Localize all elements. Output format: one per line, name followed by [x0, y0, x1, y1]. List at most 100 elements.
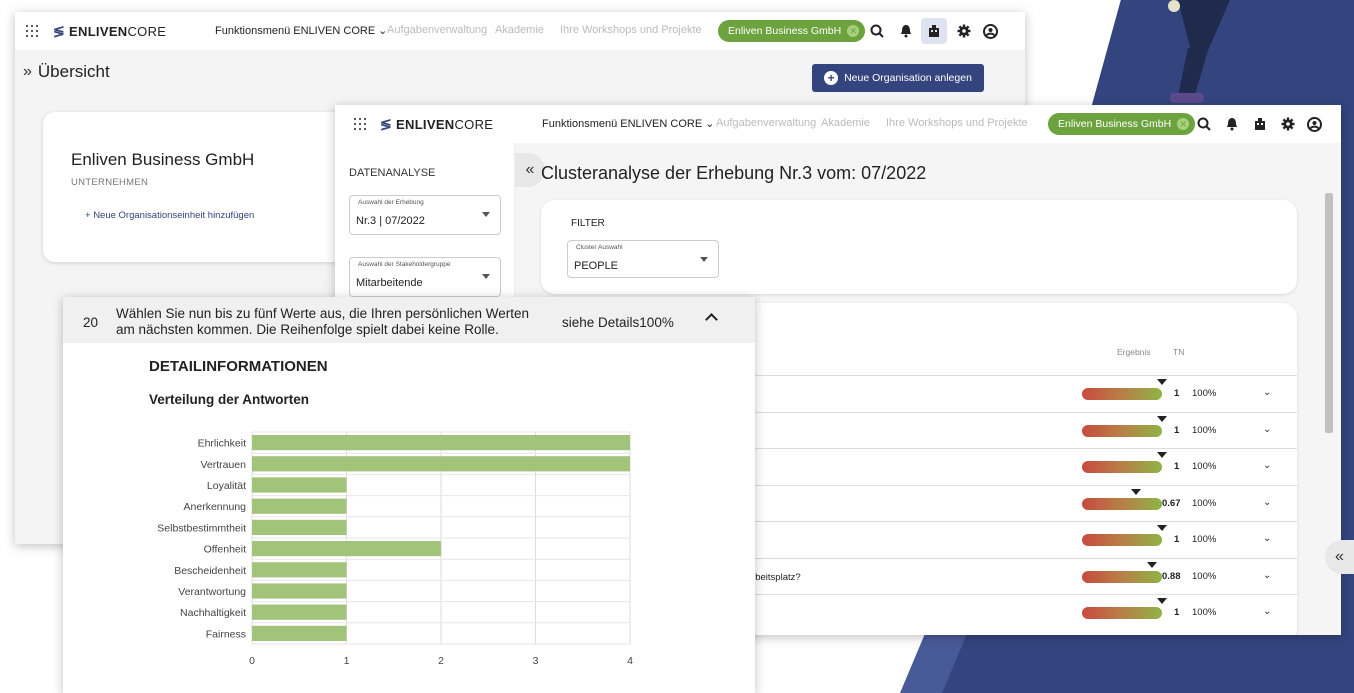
- score-marker-icon: [1147, 561, 1158, 568]
- chevron-down-icon: ⌄: [705, 118, 715, 130]
- x-tick-label: 2: [438, 655, 444, 667]
- chevron-down-icon[interactable]: ⌄: [1263, 387, 1271, 398]
- function-menu[interactable]: Funktionsmenü ENLIVEN CORE ⌄: [215, 24, 387, 38]
- tn-value: 100%: [1192, 570, 1217, 582]
- score-bar: [1082, 461, 1162, 473]
- score-value: 1: [1174, 607, 1180, 618]
- stakeholder-select[interactable]: Auswahl der Stakeholdergruppe Mitarbeite…: [349, 257, 501, 297]
- x-tick-label: 1: [344, 655, 350, 667]
- chevron-up-icon[interactable]: [705, 313, 718, 326]
- nav-workshops[interactable]: Ihre Workshops und Projekte: [886, 117, 1028, 129]
- close-icon[interactable]: ✕: [1177, 118, 1190, 130]
- bar-ehrlichkeit: [252, 435, 630, 451]
- logo-text-light: CORE: [127, 24, 167, 39]
- tn-value: 100%: [1192, 497, 1217, 509]
- y-tick-label: Vertrauen: [200, 459, 246, 471]
- y-tick-label: Nachhaltigkeit: [180, 607, 246, 619]
- score-value: 1: [1174, 461, 1180, 472]
- new-organization-label: Neue Organisation anlegen: [844, 72, 972, 84]
- chevron-down-icon[interactable]: ⌄: [1263, 533, 1271, 544]
- gear-icon[interactable]: [1279, 115, 1297, 133]
- bar-selbstbestimmtheit: [252, 519, 347, 535]
- chevron-down-icon[interactable]: ⌄: [1263, 497, 1271, 508]
- participation-percent: 100%: [639, 315, 674, 330]
- plus-icon: +: [85, 210, 94, 221]
- chevron-down-icon[interactable]: ⌄: [1263, 570, 1271, 581]
- dropdown-caret-icon: [482, 212, 490, 217]
- score-value: 1: [1174, 424, 1180, 436]
- sidebar-heading: DATENANALYSE: [349, 167, 436, 179]
- organization-type: UNTERNEHMEN: [71, 177, 149, 188]
- question-header[interactable]: 20 Wählen Sie nun bis zu fünf Werte aus,…: [63, 297, 755, 343]
- expand-sidebar-icon[interactable]: »: [23, 63, 32, 81]
- score-bar: [1082, 607, 1162, 619]
- survey-select[interactable]: Auswahl der Erhebung Nr.3 | 07/2022: [349, 195, 501, 235]
- tn-value: 100%: [1192, 534, 1217, 545]
- logo-text-bold: ENLIVEN: [69, 24, 128, 39]
- screenshot-collage: ≶ ENLIVEN CORE Funktionsmenü ENLIVEN CORE…: [0, 0, 1354, 693]
- organization-icon[interactable]: [1251, 115, 1269, 133]
- page-title: Clusteranalyse der Erhebung Nr.3 vom: 07…: [541, 163, 927, 183]
- organization-card[interactable]: Enliven Business GmbH UNTERNEHMEN + Neue…: [43, 112, 353, 262]
- nav-tasks[interactable]: Aufgabenverwaltung: [387, 24, 487, 36]
- y-tick-label: Verantwortung: [178, 586, 246, 598]
- nav-academy[interactable]: Akademie: [495, 24, 544, 36]
- question-text: Wählen Sie nun bis zu fünf Werte aus, di…: [116, 306, 529, 337]
- search-icon[interactable]: [1195, 115, 1213, 133]
- account-icon[interactable]: [981, 22, 999, 40]
- new-organization-button[interactable]: + Neue Organisation anlegen: [812, 64, 984, 92]
- scrollbar[interactable]: [1325, 193, 1333, 433]
- organization-icon[interactable]: [921, 18, 947, 44]
- org-chip-label: Enliven Business GmbH: [1058, 118, 1172, 130]
- dropdown-caret-icon: [700, 257, 708, 262]
- filter-card: FILTER Cluster Auswahl PEOPLE: [541, 200, 1297, 294]
- score-marker-icon: [1157, 379, 1167, 385]
- org-chip[interactable]: Enliven Business GmbH ✕: [718, 20, 866, 42]
- account-icon[interactable]: [1305, 115, 1323, 133]
- collapse-panel-icon[interactable]: «: [1325, 540, 1354, 574]
- details-link[interactable]: siehe Details: [562, 315, 639, 330]
- bell-icon[interactable]: [1223, 115, 1241, 133]
- score-marker-icon: [1157, 415, 1167, 422]
- org-chip[interactable]: Enliven Business GmbH ✕: [1048, 113, 1196, 135]
- nav-workshops[interactable]: Ihre Workshops und Projekte: [560, 24, 702, 36]
- apps-grid-icon[interactable]: [25, 24, 39, 38]
- y-tick-label: Offenheit: [204, 544, 247, 556]
- bar-nachhaltigkeit: [252, 604, 347, 620]
- score-bar: [1082, 424, 1162, 437]
- bar-fairness: [252, 625, 347, 641]
- apps-grid-icon[interactable]: [353, 117, 367, 131]
- score-value: 1: [1174, 534, 1180, 545]
- chevron-down-icon[interactable]: ⌄: [1263, 606, 1271, 617]
- nav-tasks[interactable]: Aufgabenverwaltung: [716, 117, 816, 129]
- function-menu-label: Funktionsmenü ENLIVEN CORE: [542, 117, 703, 130]
- score-bar: [1082, 534, 1162, 546]
- function-menu[interactable]: Funktionsmenü ENLIVEN CORE ⌄: [542, 117, 715, 131]
- add-unit-link[interactable]: + Neue Organisationseinheit hinzufügen: [85, 210, 254, 221]
- nav-academy[interactable]: Akademie: [821, 117, 870, 129]
- enliven-logo[interactable]: ≶ ENLIVEN CORE: [380, 116, 493, 133]
- logo-text-light: CORE: [454, 117, 494, 132]
- bar-vertrauen: [252, 456, 630, 472]
- logo-mark-icon: ≶: [380, 116, 393, 132]
- logo-text-bold: ENLIVEN: [396, 117, 455, 132]
- search-icon[interactable]: [868, 22, 886, 40]
- bell-icon[interactable]: [897, 22, 915, 40]
- page-title: Übersicht: [37, 62, 110, 81]
- chevron-down-icon[interactable]: ⌄: [1263, 424, 1271, 435]
- stakeholder-select-label: Auswahl der Stakeholdergruppe: [356, 261, 453, 268]
- score-value: 0.88: [1162, 570, 1181, 582]
- enliven-logo[interactable]: ≶ ENLIVEN CORE: [53, 23, 166, 40]
- survey-select-value: Nr.3 | 07/2022: [356, 215, 425, 227]
- distribution-heading: Verteilung der Antworten: [149, 392, 310, 407]
- chevron-down-icon[interactable]: ⌄: [1263, 460, 1271, 471]
- add-unit-label: Neue Organisationseinheit hinzufügen: [93, 210, 255, 221]
- bar-offenheit: [252, 541, 441, 557]
- y-tick-label: Fairness: [206, 628, 246, 640]
- score-marker-icon: [1157, 598, 1167, 604]
- close-icon[interactable]: ✕: [847, 25, 860, 37]
- top-navigation: ≶ ENLIVEN CORE Funktionsmenü ENLIVEN CORE…: [15, 12, 1025, 50]
- gear-icon[interactable]: [955, 22, 973, 40]
- y-tick-label: Selbstbestimmtheit: [157, 522, 246, 534]
- cluster-select[interactable]: Cluster Auswahl PEOPLE: [567, 240, 719, 278]
